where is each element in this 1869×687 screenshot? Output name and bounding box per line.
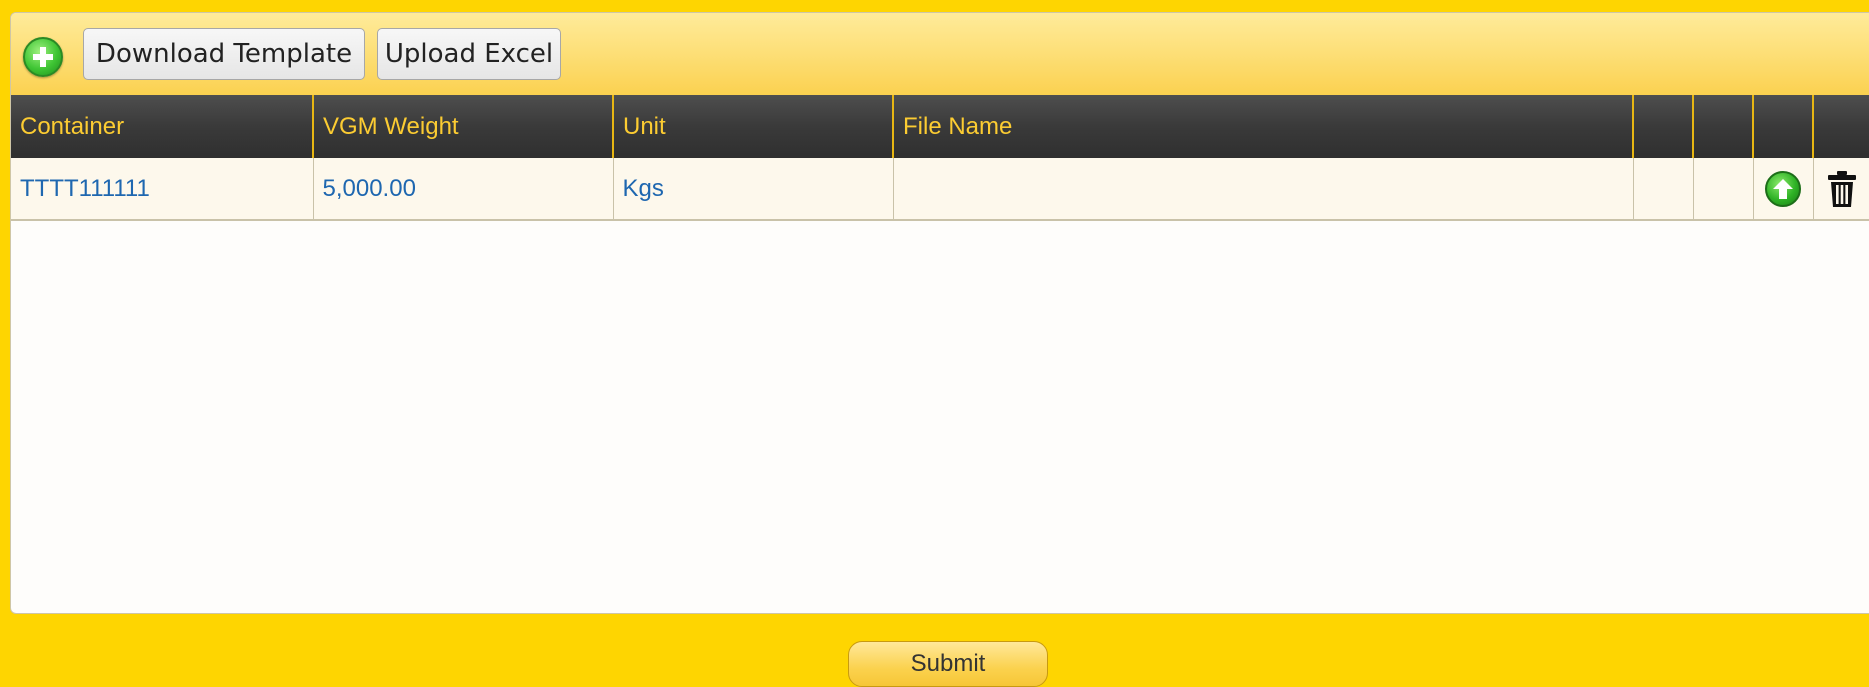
column-header-unit[interactable]: Unit bbox=[613, 95, 894, 158]
grid-toolbar: Download Template Upload Excel bbox=[11, 13, 1869, 95]
arrow-up-icon bbox=[1773, 178, 1793, 199]
cell-unit[interactable]: Kgs bbox=[613, 158, 894, 221]
submit-button[interactable]: Submit bbox=[848, 641, 1048, 687]
plus-icon bbox=[33, 47, 53, 67]
trash-icon[interactable] bbox=[1827, 170, 1857, 208]
cell-empty bbox=[1633, 158, 1694, 221]
cell-vgm-weight[interactable]: 5,000.00 bbox=[313, 158, 614, 221]
vgm-table: Container VGM Weight Unit File Name TTTT… bbox=[11, 95, 1869, 221]
column-header-vgm-weight[interactable]: VGM Weight bbox=[313, 95, 614, 158]
add-row-icon[interactable] bbox=[23, 37, 63, 77]
upload-arrow-icon[interactable] bbox=[1765, 170, 1801, 207]
cell-empty bbox=[1693, 158, 1754, 221]
table-row[interactable]: TTTT111111 5,000.00 Kgs bbox=[11, 158, 1869, 221]
column-header-blank bbox=[1753, 95, 1814, 158]
column-header-blank bbox=[1633, 95, 1694, 158]
cell-file-name[interactable] bbox=[893, 158, 1634, 221]
vgm-grid-panel: Download Template Upload Excel Container… bbox=[10, 12, 1869, 614]
download-template-button[interactable]: Download Template bbox=[83, 28, 365, 80]
column-header-blank bbox=[1813, 95, 1869, 158]
column-header-file-name[interactable]: File Name bbox=[893, 95, 1634, 158]
cell-delete bbox=[1813, 158, 1869, 221]
column-header-blank bbox=[1693, 95, 1754, 158]
cell-container[interactable]: TTTT111111 bbox=[11, 158, 314, 221]
upload-excel-button[interactable]: Upload Excel bbox=[377, 28, 561, 80]
cell-upload bbox=[1753, 158, 1814, 221]
table-header-row: Container VGM Weight Unit File Name bbox=[11, 95, 1869, 158]
column-header-container[interactable]: Container bbox=[11, 95, 314, 158]
